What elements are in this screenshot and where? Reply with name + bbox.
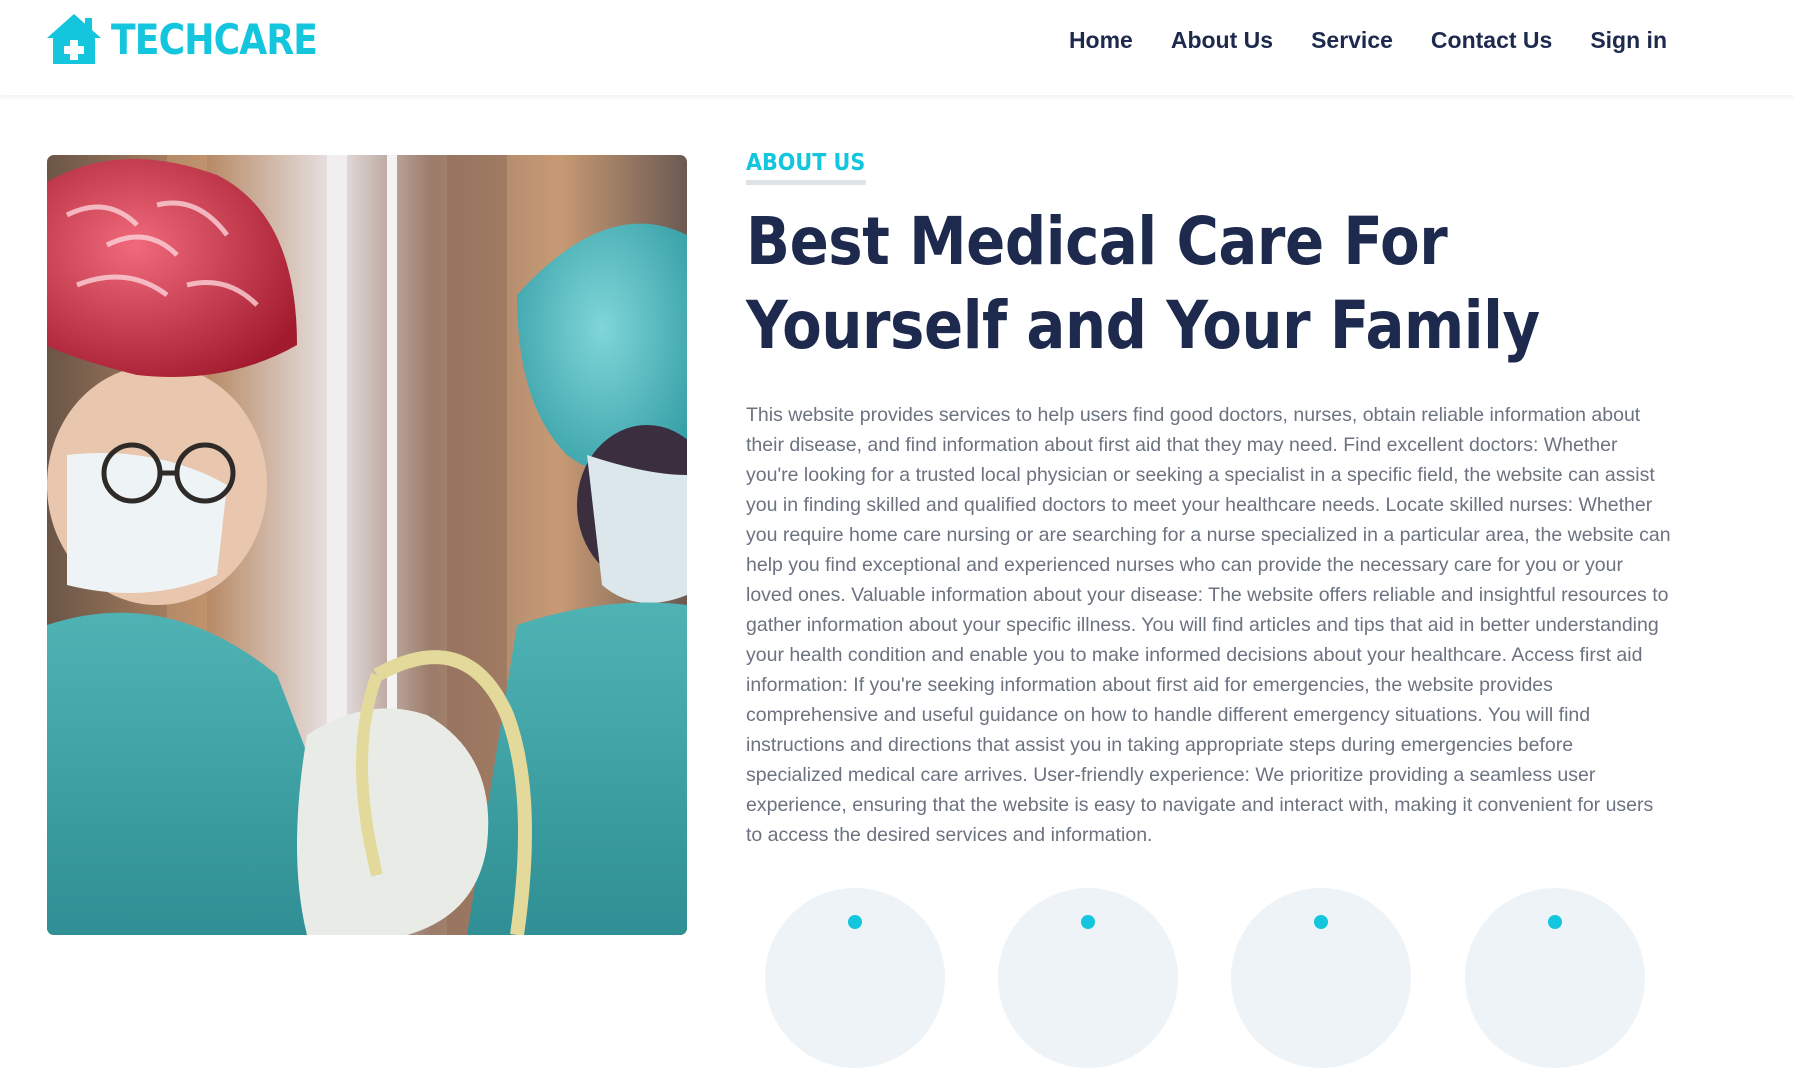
feature-icon [848,915,862,929]
feature-circle[interactable] [998,888,1178,1068]
about-section: ABOUT US Best Medical Care For Yourself … [746,150,1676,850]
about-headline: Best Medical Care For Yourself and Your … [746,203,1540,364]
feature-icon [1081,915,1095,929]
brand-name: TECHCARE [111,14,318,64]
section-tag: ABOUT US [746,150,866,185]
surgeons-photo [47,155,687,935]
feature-circle[interactable] [765,888,945,1068]
feature-icon [1548,915,1562,929]
about-description: This website provides services to help u… [746,404,1671,846]
nav-sign-in[interactable]: Sign in [1590,27,1667,54]
feature-icon [1314,915,1328,929]
navbar: TECHCARE Home About Us Service Contact U… [0,0,1794,95]
feature-circle[interactable] [1465,888,1645,1068]
brand-logo-link[interactable]: TECHCARE [45,12,351,66]
feature-icons-row [765,888,1695,1068]
nav-about-us[interactable]: About Us [1171,27,1273,54]
nav-home[interactable]: Home [1069,27,1133,54]
nav-contact-us[interactable]: Contact Us [1431,27,1552,54]
feature-circle[interactable] [1231,888,1411,1068]
house-medical-icon [47,14,101,64]
nav-service[interactable]: Service [1311,27,1393,54]
surgeons-illustration [47,155,687,935]
main-nav: Home About Us Service Contact Us Sign in [1069,0,1667,80]
